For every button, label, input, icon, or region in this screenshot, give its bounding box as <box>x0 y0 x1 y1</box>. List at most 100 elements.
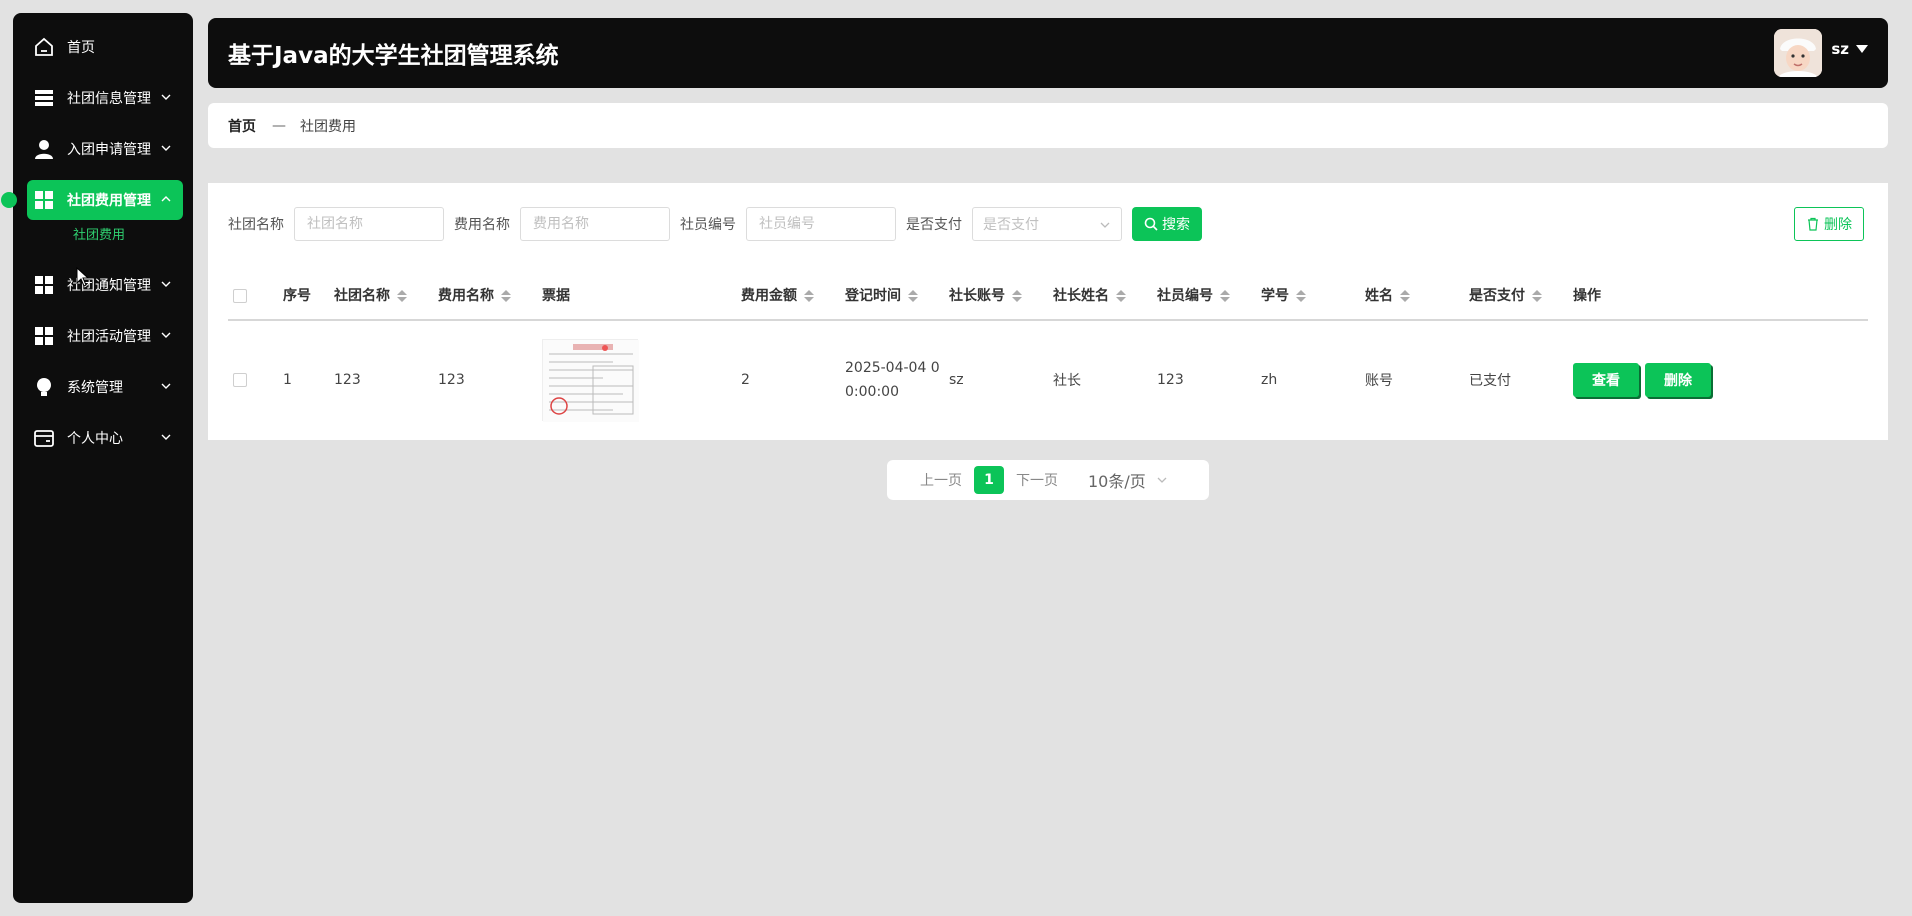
select-all-checkbox[interactable] <box>233 289 247 303</box>
cell-receipt <box>542 321 639 438</box>
fee-name-input[interactable] <box>520 207 670 241</box>
sort-icon[interactable] <box>908 290 918 302</box>
col-leader-name[interactable]: 社长姓名 <box>1053 271 1126 321</box>
chevron-down-icon <box>161 145 171 151</box>
batch-delete-button[interactable]: 删除 <box>1794 207 1864 241</box>
sidebar-item-home[interactable]: 首页 <box>27 27 183 67</box>
sort-icon[interactable] <box>1012 290 1022 302</box>
col-actions-label: 操作 <box>1573 288 1601 304</box>
search-icon <box>1144 217 1158 231</box>
col-receipt-label: 票据 <box>542 288 570 304</box>
col-club-name-label: 社团名称 <box>334 288 390 304</box>
card-icon <box>33 427 55 449</box>
sort-icon[interactable] <box>1296 290 1306 302</box>
sidebar: 首页 社团信息管理 入团申请管理 社团费用管理 社团费用 社团通知管理 社团活动… <box>1 13 193 903</box>
col-club-name[interactable]: 社团名称 <box>334 271 407 321</box>
sort-icon[interactable] <box>1532 290 1542 302</box>
col-actions: 操作 <box>1573 271 1601 321</box>
page-size-select[interactable]: 10条/页 <box>1088 468 1168 492</box>
sort-icon[interactable] <box>804 290 814 302</box>
chevron-down-icon <box>161 332 171 338</box>
col-student-no-label: 学号 <box>1261 288 1289 304</box>
sort-icon[interactable] <box>501 290 511 302</box>
app-title: 基于Java的大学生社团管理系统 <box>228 43 559 69</box>
sidebar-item-system[interactable]: 系统管理 <box>27 367 183 407</box>
col-name[interactable]: 姓名 <box>1365 271 1410 321</box>
sidebar-item-label: 社团信息管理 <box>67 91 151 107</box>
paid-label: 是否支付 <box>906 217 962 233</box>
delete-button[interactable]: 删除 <box>1645 362 1711 397</box>
breadcrumb-separator: — <box>272 117 286 134</box>
chevron-down-icon <box>1100 222 1110 228</box>
mouse-cursor-icon <box>76 267 90 287</box>
fee-table: 序号 社团名称 费用名称 票据 费用金额 登记时间 社长账号 社长姓名 社员编号… <box>228 271 1868 438</box>
cell-leader-account: sz <box>949 371 964 388</box>
member-no-input[interactable] <box>746 207 896 241</box>
sidebar-item-label: 首页 <box>67 40 95 56</box>
chevron-down-icon <box>161 383 171 389</box>
select-all-cell <box>233 271 247 321</box>
cell-time: 2025-04-04 0 0:00:00 <box>845 321 940 438</box>
active-indicator <box>1 192 17 208</box>
col-index-label: 序号 <box>283 288 311 304</box>
bulb-icon <box>33 376 55 398</box>
fee-name-label: 费用名称 <box>454 217 510 233</box>
receipt-thumbnail[interactable] <box>542 338 639 422</box>
cell-index: 1 <box>283 371 292 388</box>
sort-icon[interactable] <box>397 290 407 302</box>
list-icon <box>33 87 55 109</box>
cell-member-no: 123 <box>1157 371 1184 388</box>
sidebar-item-club-fee[interactable]: 社团费用管理 <box>1 180 183 220</box>
sidebar-item-profile[interactable]: 个人中心 <box>27 418 183 458</box>
row-checkbox[interactable] <box>233 372 247 387</box>
cell-leader-name: 社长 <box>1053 372 1081 389</box>
sidebar-item-club-notice[interactable]: 社团通知管理 <box>27 265 183 305</box>
col-member-no-label: 社员编号 <box>1157 288 1213 304</box>
chevron-down-icon <box>161 281 171 287</box>
col-paid[interactable]: 是否支付 <box>1469 271 1542 321</box>
sidebar-item-label: 社团活动管理 <box>67 329 151 345</box>
club-name-input[interactable] <box>294 207 444 241</box>
table-header: 序号 社团名称 费用名称 票据 费用金额 登记时间 社长账号 社长姓名 社员编号… <box>228 271 1868 321</box>
sort-icon[interactable] <box>1220 290 1230 302</box>
next-page-button[interactable]: 下一页 <box>1016 470 1058 490</box>
user-menu[interactable]: sz <box>1831 40 1868 58</box>
cell-actions: 查看 删除 <box>1573 321 1717 438</box>
paid-select[interactable]: 是否支付 <box>972 207 1122 241</box>
avatar[interactable] <box>1774 29 1822 77</box>
trash-icon <box>1808 217 1818 231</box>
col-index: 序号 <box>283 271 311 321</box>
member-no-label: 社员编号 <box>680 217 736 233</box>
col-amount[interactable]: 费用金额 <box>741 271 814 321</box>
sort-icon[interactable] <box>1400 290 1410 302</box>
sidebar-subitem-club-fee[interactable]: 社团费用 <box>73 227 193 245</box>
sort-icon[interactable] <box>1116 290 1126 302</box>
prev-page-button[interactable]: 上一页 <box>920 470 962 490</box>
sidebar-item-label: 系统管理 <box>67 380 123 396</box>
col-amount-label: 费用金额 <box>741 288 797 304</box>
breadcrumb: 首页 — 社团费用 <box>208 103 1888 148</box>
col-time[interactable]: 登记时间 <box>845 271 918 321</box>
sidebar-item-club-info[interactable]: 社团信息管理 <box>27 78 183 118</box>
user-icon <box>33 138 55 160</box>
sidebar-item-join-apply[interactable]: 入团申请管理 <box>27 129 183 169</box>
col-paid-label: 是否支付 <box>1469 288 1525 304</box>
chevron-up-icon <box>161 196 171 202</box>
col-member-no[interactable]: 社员编号 <box>1157 271 1230 321</box>
sidebar-item-club-activity[interactable]: 社团活动管理 <box>27 316 183 356</box>
col-name-label: 姓名 <box>1365 288 1393 304</box>
col-leader-name-label: 社长姓名 <box>1053 288 1109 304</box>
filter-bar: 社团名称 费用名称 社员编号 是否支付 是否支付 搜索 <box>228 207 1202 241</box>
sidebar-item-label: 入团申请管理 <box>67 142 151 158</box>
col-student-no[interactable]: 学号 <box>1261 271 1306 321</box>
breadcrumb-home[interactable]: 首页 <box>228 116 256 136</box>
page-number-button[interactable]: 1 <box>974 466 1004 494</box>
col-leader-account[interactable]: 社长账号 <box>949 271 1022 321</box>
paid-select-placeholder: 是否支付 <box>983 217 1039 233</box>
pagination: 上一页 1 下一页 10条/页 <box>887 460 1209 500</box>
view-button[interactable]: 查看 <box>1573 362 1639 397</box>
grid-icon <box>33 189 55 211</box>
search-button[interactable]: 搜索 <box>1132 207 1202 241</box>
col-fee-name[interactable]: 费用名称 <box>438 271 511 321</box>
row-select-cell <box>233 321 247 438</box>
